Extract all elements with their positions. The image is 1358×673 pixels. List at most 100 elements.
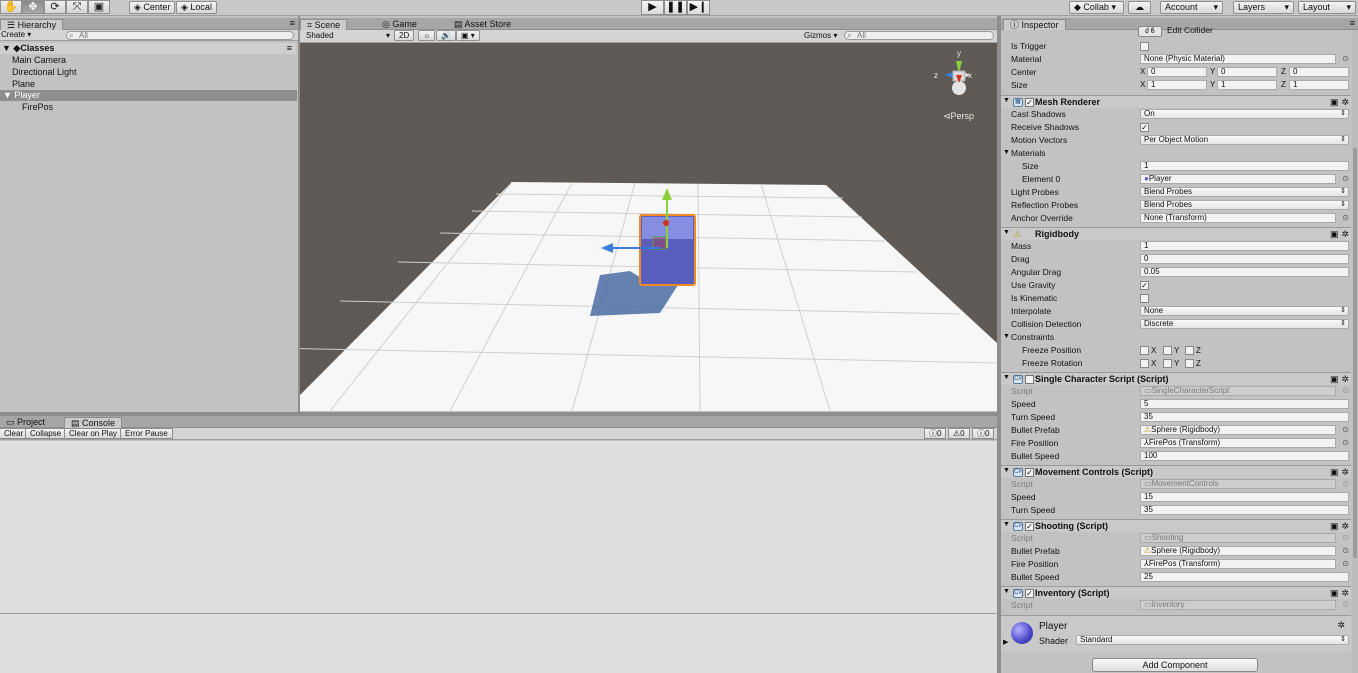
orientation-gizmo[interactable]: y z x: [932, 49, 972, 103]
object-picker-icon[interactable]: ⊙: [1342, 174, 1349, 183]
object-picker-icon[interactable]: ⊙: [1342, 213, 1349, 222]
rotate-tool-icon[interactable]: ⟳: [44, 0, 66, 14]
hierarchy-item-directional-light[interactable]: Directional Light: [0, 67, 297, 78]
play-button[interactable]: ▶: [641, 0, 664, 15]
hierarchy-item-firepos[interactable]: FirePos: [0, 102, 297, 113]
help-icon[interactable]: ▣: [1330, 521, 1339, 532]
center-y-field[interactable]: 0: [1217, 67, 1277, 77]
anchor-override-field[interactable]: None (Transform): [1140, 213, 1336, 223]
inspector-scrollbar[interactable]: [1352, 30, 1358, 673]
light-probes-dropdown[interactable]: Blend Probes ⇕: [1140, 187, 1349, 197]
inspector-divider[interactable]: [997, 16, 1001, 673]
hierarchy-item-main-camera[interactable]: Main Camera: [0, 55, 297, 66]
layers-dropdown[interactable]: Layers ▾: [1233, 1, 1294, 14]
help-icon[interactable]: ▣: [1330, 374, 1339, 385]
settings-gear-icon[interactable]: ✲: [1337, 620, 1345, 631]
mass-field[interactable]: 1: [1140, 241, 1349, 251]
expand-triangle-icon[interactable]: ▼: [1003, 333, 1010, 340]
console-clear-on-play-button[interactable]: Clear on Play: [64, 428, 123, 439]
help-icon[interactable]: ▣: [1330, 97, 1339, 108]
material-element-0-field[interactable]: ●Player: [1140, 174, 1336, 184]
movement-controls-header[interactable]: ▼ C# ✓ Movement Controls (Script) ▣ ✲: [1001, 465, 1351, 478]
mesh-renderer-enabled-checkbox[interactable]: ✓: [1025, 98, 1034, 107]
hierarchy-item-plane[interactable]: Plane: [0, 79, 297, 90]
movement-controls-enabled-checkbox[interactable]: ✓: [1025, 468, 1034, 477]
freeze-position-y-checkbox[interactable]: [1163, 346, 1172, 355]
tab-scene[interactable]: ⌗ Scene: [300, 19, 348, 30]
use-gravity-checkbox[interactable]: ✓: [1140, 281, 1149, 290]
shading-mode-dropdown[interactable]: Shaded ▾: [306, 31, 390, 41]
hierarchy-item-player[interactable]: ▼ Player: [0, 90, 297, 101]
bullet-speed-field[interactable]: 100: [1140, 451, 1349, 461]
is-kinematic-checkbox[interactable]: [1140, 294, 1149, 303]
tab-project[interactable]: ▭ Project: [0, 417, 51, 428]
tab-console[interactable]: ▤ Console: [64, 417, 123, 428]
angular-drag-field[interactable]: 0.05: [1140, 267, 1349, 277]
settings-gear-icon[interactable]: ✲: [1341, 467, 1349, 478]
console-error-pause-button[interactable]: Error Pause: [120, 428, 173, 439]
shooting-enabled-checkbox[interactable]: ✓: [1025, 522, 1034, 531]
console-log-area[interactable]: [0, 441, 997, 613]
mesh-renderer-header[interactable]: ▼ ▦ ✓ Mesh Renderer ▣ ✲: [1001, 95, 1351, 108]
object-picker-icon[interactable]: ⊙: [1342, 425, 1349, 434]
center-x-field[interactable]: 0: [1147, 67, 1207, 77]
cast-shadows-dropdown[interactable]: On ⇕: [1140, 109, 1349, 119]
panel-menu-icon[interactable]: ≡: [1350, 18, 1355, 28]
object-picker-icon[interactable]: ⊙: [1342, 559, 1349, 568]
step-button[interactable]: ▶❙: [687, 0, 710, 15]
help-icon[interactable]: ▣: [1330, 467, 1339, 478]
materials-size-field[interactable]: 1: [1140, 161, 1349, 171]
reflection-probes-dropdown[interactable]: Blend Probes ⇕: [1140, 200, 1349, 210]
console-clear-button[interactable]: Clear: [0, 428, 29, 439]
scene-header[interactable]: ▼ ◆Classes ≡: [0, 43, 296, 54]
freeze-position-z-checkbox[interactable]: [1185, 346, 1194, 355]
shooting-fire-position-field[interactable]: ⅄FirePos (Transform): [1140, 559, 1336, 569]
is-trigger-checkbox[interactable]: [1140, 42, 1149, 51]
space-local-button[interactable]: ◈ Local: [176, 1, 217, 14]
shooting-bullet-prefab-field[interactable]: ⚠Sphere (Rigidbody): [1140, 546, 1336, 556]
gizmos-dropdown[interactable]: Gizmos ▾: [804, 31, 837, 41]
object-picker-icon[interactable]: ⊙: [1342, 54, 1349, 63]
scale-tool-icon[interactable]: ⤧: [66, 0, 88, 14]
console-top-divider[interactable]: [0, 412, 997, 416]
cloud-button[interactable]: ☁: [1128, 1, 1151, 14]
scene-search-input[interactable]: ⌕ All: [844, 31, 994, 40]
console-collapse-button[interactable]: Collapse: [25, 428, 67, 439]
freeze-rotation-z-checkbox[interactable]: [1185, 359, 1194, 368]
pause-button[interactable]: ❚❚: [664, 0, 687, 15]
projection-label[interactable]: ⊲Persp: [943, 111, 974, 122]
single-character-script-enabled-checkbox[interactable]: [1025, 375, 1034, 384]
shooting-header[interactable]: ▼ C# ✓ Shooting (Script) ▣ ✲: [1001, 519, 1351, 532]
collision-detection-dropdown[interactable]: Discrete ⇕: [1140, 319, 1349, 329]
panel-menu-icon[interactable]: ≡: [290, 18, 295, 28]
layout-dropdown[interactable]: Layout ▾: [1298, 1, 1356, 14]
settings-gear-icon[interactable]: ✲: [1341, 97, 1349, 108]
drag-field[interactable]: 0: [1140, 254, 1349, 264]
scene-viewport[interactable]: y z x ⊲Persp: [300, 43, 997, 411]
freeze-rotation-x-checkbox[interactable]: [1140, 359, 1149, 368]
lighting-toggle-icon[interactable]: ☼: [418, 30, 436, 41]
expand-triangle-icon[interactable]: ▶: [1003, 638, 1008, 646]
hierarchy-scene-divider[interactable]: [298, 16, 300, 414]
movement-speed-field[interactable]: 15: [1140, 492, 1349, 502]
freeze-position-x-checkbox[interactable]: [1140, 346, 1149, 355]
rect-tool-icon[interactable]: ▣: [88, 0, 110, 14]
error-count-button[interactable]: ⓘ0: [972, 428, 995, 439]
interpolate-dropdown[interactable]: None ⇕: [1140, 306, 1349, 316]
console-detail-area[interactable]: [0, 614, 997, 673]
rigidbody-header[interactable]: ▼ ⚠ Rigidbody ▣ ✲: [1001, 227, 1351, 240]
scrollbar-thumb[interactable]: [1353, 148, 1357, 558]
hand-tool-icon[interactable]: ✋: [0, 0, 22, 14]
collab-button[interactable]: ◆ Collab ▾: [1069, 1, 1124, 14]
turn-speed-field[interactable]: 35: [1140, 412, 1349, 422]
collider-material-field[interactable]: None (Physic Material): [1140, 54, 1336, 64]
settings-gear-icon[interactable]: ✲: [1341, 374, 1349, 385]
fire-position-field[interactable]: ⅄FirePos (Transform): [1140, 438, 1336, 448]
receive-shadows-checkbox[interactable]: ✓: [1140, 123, 1149, 132]
inventory-enabled-checkbox[interactable]: ✓: [1025, 589, 1034, 598]
scene-menu-icon[interactable]: ≡: [287, 43, 292, 54]
single-character-script-header[interactable]: ▼ C# Single Character Script (Script) ▣ ✲: [1001, 372, 1351, 385]
size-y-field[interactable]: 1: [1217, 80, 1277, 90]
freeze-rotation-y-checkbox[interactable]: [1163, 359, 1172, 368]
create-dropdown[interactable]: Create ▾: [1, 30, 31, 40]
